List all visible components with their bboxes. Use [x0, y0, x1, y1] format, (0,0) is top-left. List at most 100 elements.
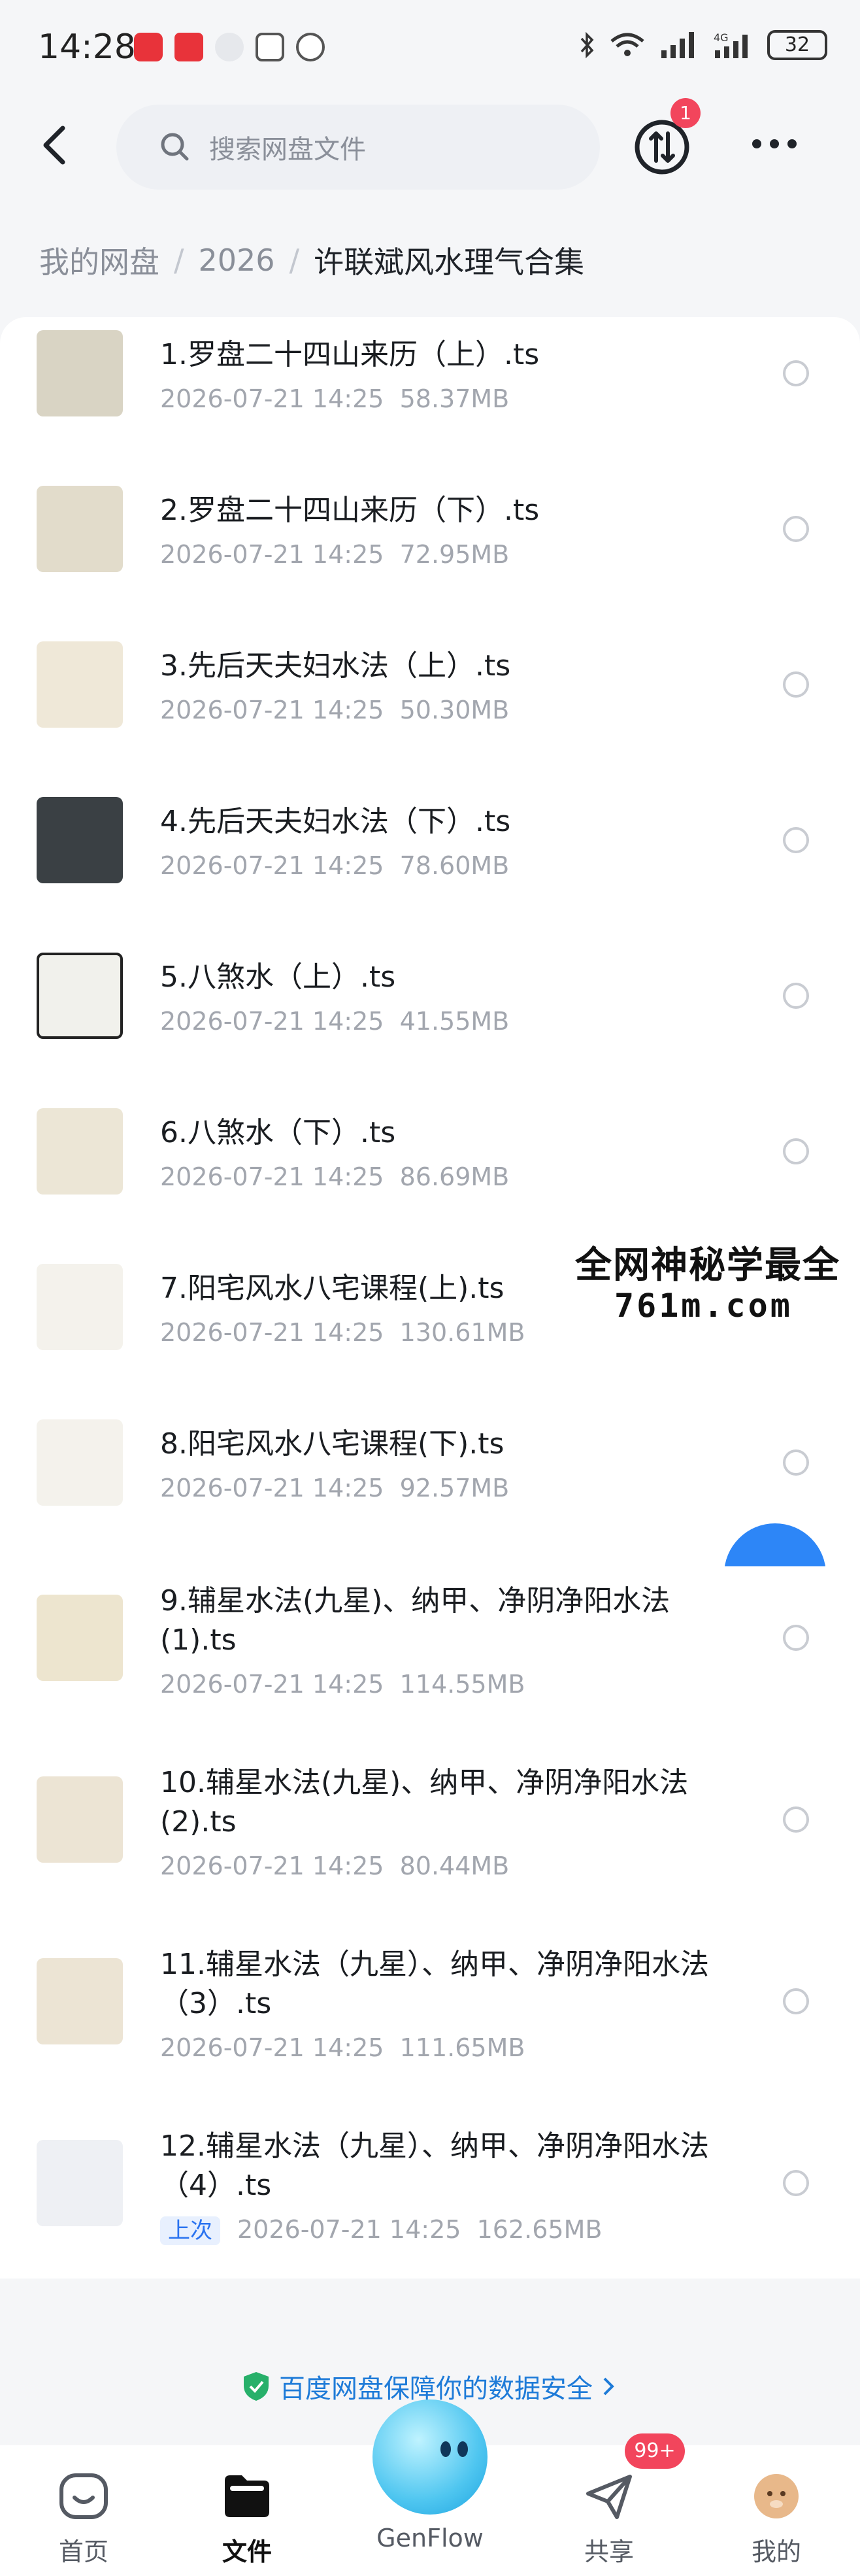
bottom-tab-bar: 首页 文件 GenFlow 共享 99+ 我的 [0, 2399, 860, 2576]
file-size: 92.57MB [399, 1474, 510, 1502]
bluetooth-icon [580, 31, 594, 59]
status-time: 14:28 [38, 27, 136, 67]
video-thumbnail [37, 1264, 123, 1350]
video-thumbnail [37, 797, 123, 883]
file-date: 2026-07-21 14:25 [160, 1007, 384, 1036]
file-size: 72.95MB [399, 540, 510, 569]
top-bar: 搜索网盘文件 1 [0, 98, 860, 190]
tab-home[interactable]: 首页 [31, 2471, 136, 2568]
file-name: 4.先后天夫妇水法（下）.ts [160, 805, 511, 838]
chevron-right-icon [603, 2377, 614, 2396]
file-size: 41.55MB [399, 1007, 510, 1036]
select-checkbox[interactable] [783, 1806, 809, 1833]
select-checkbox[interactable] [783, 1625, 809, 1651]
video-thumbnail [37, 2140, 123, 2226]
file-date: 2026-07-21 14:25 [160, 2033, 384, 2062]
file-meta: 2026-07-21 14:25 58.37MB [160, 382, 509, 415]
last-viewed-tag: 上次 [160, 2216, 220, 2245]
file-date: 2026-07-21 14:25 [160, 1162, 384, 1191]
select-checkbox[interactable] [783, 671, 809, 698]
file-size: 78.60MB [399, 851, 510, 880]
battery-indicator: 32 [767, 30, 827, 60]
select-checkbox[interactable] [783, 2170, 809, 2196]
select-checkbox[interactable] [783, 1449, 809, 1476]
file-meta: 2026-07-21 14:25 130.61MB [160, 1316, 525, 1349]
search-icon [161, 133, 189, 161]
file-name: 8.阳宅风水八宅课程(下).ts [160, 1427, 504, 1461]
file-name: 9.辅星水法(九星)、纳甲、净阴净阳水法(1).ts [160, 1584, 670, 1657]
video-thumbnail [37, 1419, 123, 1506]
home-icon [59, 2473, 108, 2519]
tab-mine-label: 我的 [751, 2537, 801, 2566]
select-checkbox[interactable] [783, 983, 809, 1009]
more-button[interactable] [745, 124, 804, 163]
tab-share[interactable]: 共享 [557, 2471, 661, 2568]
genflow-button[interactable] [372, 2399, 488, 2515]
file-date: 2026-07-21 14:25 [160, 696, 384, 724]
file-meta: 上次 2026-07-21 14:25 162.65MB [160, 2213, 602, 2247]
file-date: 2026-07-21 14:25 [160, 1670, 384, 1699]
back-arrow-icon [43, 126, 65, 165]
breadcrumb-separator: / [289, 243, 300, 278]
app-notification-icon [174, 33, 203, 61]
tab-files-label: 文件 [222, 2537, 272, 2566]
file-meta: 2026-07-21 14:25 111.65MB [160, 2031, 525, 2064]
file-date: 2026-07-21 14:25 [160, 851, 384, 880]
signal-icon [661, 32, 694, 58]
tab-mine[interactable]: 我的 [724, 2471, 829, 2568]
file-name: 1.罗盘二十四山来历（上）.ts [160, 338, 540, 371]
search-placeholder: 搜索网盘文件 [209, 135, 366, 165]
select-checkbox[interactable] [783, 516, 809, 542]
video-thumbnail [37, 1595, 123, 1681]
file-date: 2026-07-21 14:25 [237, 2215, 461, 2244]
file-meta: 2026-07-21 14:25 50.30MB [160, 694, 509, 726]
paper-plane-icon [586, 2475, 632, 2519]
select-checkbox[interactable] [783, 1988, 809, 2014]
select-checkbox[interactable] [783, 827, 809, 853]
back-button[interactable] [31, 119, 84, 171]
breadcrumb-year[interactable]: 2026 [199, 243, 275, 278]
select-checkbox[interactable] [783, 360, 809, 386]
file-size: 130.61MB [399, 1318, 525, 1347]
file-date: 2026-07-21 14:25 [160, 540, 384, 569]
share-badge: 99+ [625, 2433, 685, 2469]
file-date: 2026-07-21 14:25 [160, 1318, 384, 1347]
file-name: 3.先后天夫妇水法（上）.ts [160, 649, 511, 683]
select-checkbox[interactable] [783, 1138, 809, 1164]
file-size: 111.65MB [399, 2033, 525, 2062]
video-thumbnail [37, 953, 123, 1039]
search-input[interactable]: 搜索网盘文件 [116, 105, 600, 190]
breadcrumb-root[interactable]: 我的网盘 [39, 239, 159, 282]
video-thumbnail [37, 330, 123, 416]
wifi-icon [610, 33, 644, 56]
more-dots-icon [752, 139, 797, 148]
video-thumbnail [37, 641, 123, 728]
file-name: 11.辅星水法（九星）、纳甲、净阴净阳水法（3）.ts [160, 1948, 709, 2020]
file-name: 5.八煞水（上）.ts [160, 960, 396, 994]
status-right: 4G 32 [579, 30, 827, 60]
file-date: 2026-07-21 14:25 [160, 1474, 384, 1502]
folder-icon [225, 2475, 269, 2517]
avatar [754, 2474, 799, 2518]
file-name: 12.辅星水法（九星）、纳甲、净阴净阳水法（4）.ts [160, 2129, 709, 2202]
signal-4g-icon: 4G [714, 31, 748, 58]
watermark: 全网神秘学最全 761m.com [575, 1229, 860, 1334]
svg-text:4G: 4G [714, 31, 729, 44]
file-meta: 2026-07-21 14:25 72.95MB [160, 538, 509, 571]
file-size: 80.44MB [399, 1852, 510, 1880]
video-thumbnail [37, 1958, 123, 2044]
tab-genflow-label: GenFlow [376, 2524, 484, 2552]
breadcrumb-current: 许联斌风水理气合集 [314, 245, 585, 280]
tab-share-label: 共享 [584, 2537, 634, 2566]
file-size: 86.69MB [399, 1162, 510, 1191]
genflow-mascot-icon [440, 2441, 468, 2457]
nfc-icon [256, 33, 284, 61]
file-size: 58.37MB [399, 384, 510, 413]
app-notification-icon [134, 33, 163, 61]
file-meta: 2026-07-21 14:25 92.57MB [160, 1472, 509, 1504]
breadcrumb-separator: / [174, 243, 184, 278]
tab-files[interactable]: 文件 [195, 2471, 299, 2568]
video-thumbnail [37, 486, 123, 572]
watermark-line2: 761m.com [614, 1287, 793, 1325]
file-date: 2026-07-21 14:25 [160, 1852, 384, 1880]
